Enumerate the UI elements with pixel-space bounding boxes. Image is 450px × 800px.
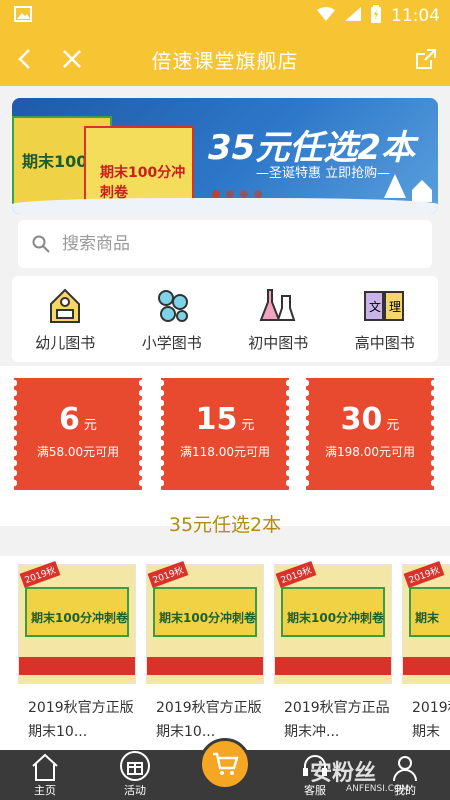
svg-text:理: 理 <box>389 300 401 314</box>
pager-dot[interactable] <box>226 190 234 198</box>
gallery-icon <box>14 5 32 27</box>
gift-icon <box>120 751 150 781</box>
pager-dot[interactable] <box>212 190 220 198</box>
category-item-senior[interactable]: 文理 高中图书 <box>332 276 439 362</box>
tab-activity[interactable]: 活动 <box>90 750 180 800</box>
wifi-icon <box>317 6 335 26</box>
cart-icon <box>213 752 239 775</box>
search-icon <box>32 235 50 253</box>
coupon-amount: 6元 <box>59 402 97 437</box>
product-name: 2019秋官方正版期末10... <box>156 700 262 740</box>
category-grid: 幼儿图书 小学图书 初中图书 文理 高中图书 <box>12 276 438 362</box>
product-cover: 2019秋 期末100分冲刺卷 <box>146 560 264 684</box>
page-title: 倍速课堂旗舰店 <box>151 48 299 73</box>
category-item-junior[interactable]: 初中图书 <box>225 276 332 362</box>
search-input[interactable] <box>62 234 382 254</box>
product-card[interactable]: 2019秋 期末 2019秋官方正品期末 <box>402 560 450 744</box>
product-name: 2019秋官方正品 期末冲... <box>284 700 390 740</box>
product-cover-title: 期末 <box>415 611 440 625</box>
battery-icon <box>371 4 381 28</box>
banner-book-title: 期末100分冲刺卷 <box>100 165 186 201</box>
chevron-left-icon <box>18 49 30 69</box>
category-item-kindergarten[interactable]: 幼儿图书 <box>12 276 119 362</box>
share-button[interactable] <box>402 32 450 86</box>
section-title: 35元任选2本 <box>168 514 282 536</box>
product-card[interactable]: 2019秋 期末100分冲刺卷 2019秋官方正版期末10... <box>146 560 264 744</box>
svg-text:文: 文 <box>369 299 381 314</box>
coupon-condition: 满198.00元可用 <box>325 445 415 459</box>
watermark-sub: ANFENSI.COM <box>346 784 409 794</box>
share-icon <box>416 49 436 69</box>
title-bar: 倍速课堂旗舰店 <box>0 32 450 86</box>
tab-label: 活动 <box>124 784 146 797</box>
tab-label: 主页 <box>34 784 56 797</box>
status-bar: 11:04 <box>0 0 450 32</box>
category-label: 高中图书 <box>354 333 415 352</box>
house-books-icon <box>50 288 81 323</box>
product-tag: 2019秋 <box>147 560 189 589</box>
signal-icon <box>345 6 361 26</box>
watermark-logo: 安粉丝 <box>310 761 377 786</box>
product-cover-title: 期末100分冲刺卷 <box>31 611 129 625</box>
coupon-section: 6元 满58.00元可用 15 元 满118.00元可用 30 元 满198.00元… <box>0 366 450 526</box>
category-item-primary[interactable]: 小学图书 <box>119 276 226 362</box>
promo-banner[interactable]: 期末100分 期末100分冲刺卷 35元任选2本 —圣诞特惠 立即抢购— <box>12 98 438 214</box>
banner-subline: —圣诞特惠 立即抢购— <box>256 166 391 181</box>
banner-pager <box>212 190 262 198</box>
status-time: 11:04 <box>391 6 440 26</box>
coupon-condition: 满58.00元可用 <box>36 445 120 459</box>
user-icon <box>393 756 417 782</box>
product-cover: 2019秋 期末100分冲刺卷 <box>274 560 392 684</box>
product-cover: 2019秋 期末 <box>402 560 450 684</box>
house-icon <box>412 180 432 202</box>
close-icon <box>63 50 81 68</box>
back-button[interactable] <box>0 32 48 86</box>
product-list: 2019秋 期末100分冲刺卷 2019秋官方正版期末10... 2019秋 期… <box>0 556 450 750</box>
cart-button[interactable] <box>199 738 251 790</box>
category-label: 初中图书 <box>248 333 309 352</box>
flask-icon <box>259 288 296 321</box>
puzzle-icon <box>157 289 188 322</box>
product-cover: 2019秋 期末100分冲刺卷 <box>18 560 136 684</box>
product-card[interactable]: 2019秋 期末100分冲刺卷 2019秋官方正品 期末冲... <box>274 560 392 744</box>
product-tag: 2019秋 <box>403 560 445 589</box>
product-cover-title: 期末100分冲刺卷 <box>159 611 257 625</box>
coupon-amount: 30 元 <box>340 402 400 437</box>
product-card[interactable]: 2019秋 期末100分冲刺卷 2019秋官方正版期末10... <box>18 560 136 744</box>
coupon-card[interactable]: 30 元 满198.00元可用 <box>303 378 437 490</box>
home-icon <box>32 753 58 781</box>
banner-snow <box>12 198 438 214</box>
search-bar[interactable] <box>18 220 432 268</box>
coupon-card[interactable]: 15 元 满118.00元可用 <box>158 378 292 490</box>
product-cover-title: 期末100分冲刺卷 <box>287 611 385 625</box>
product-name: 2019秋官方正品期末 <box>412 700 450 740</box>
coupon-card[interactable]: 6元 满58.00元可用 <box>11 378 145 490</box>
category-label: 幼儿图书 <box>35 333 96 352</box>
product-tag: 2019秋 <box>19 560 61 589</box>
pager-dot[interactable] <box>254 190 262 198</box>
product-name: 2019秋官方正版期末10... <box>28 700 134 740</box>
category-label: 小学图书 <box>141 333 202 352</box>
coupon-amount: 15 元 <box>195 402 255 437</box>
close-button[interactable] <box>48 32 96 86</box>
pager-dot[interactable] <box>240 190 248 198</box>
books-icon: 文理 <box>363 290 404 321</box>
coupon-condition: 满118.00元可用 <box>180 445 270 459</box>
product-tag: 2019秋 <box>275 560 317 589</box>
tab-home[interactable]: 主页 <box>0 750 90 800</box>
